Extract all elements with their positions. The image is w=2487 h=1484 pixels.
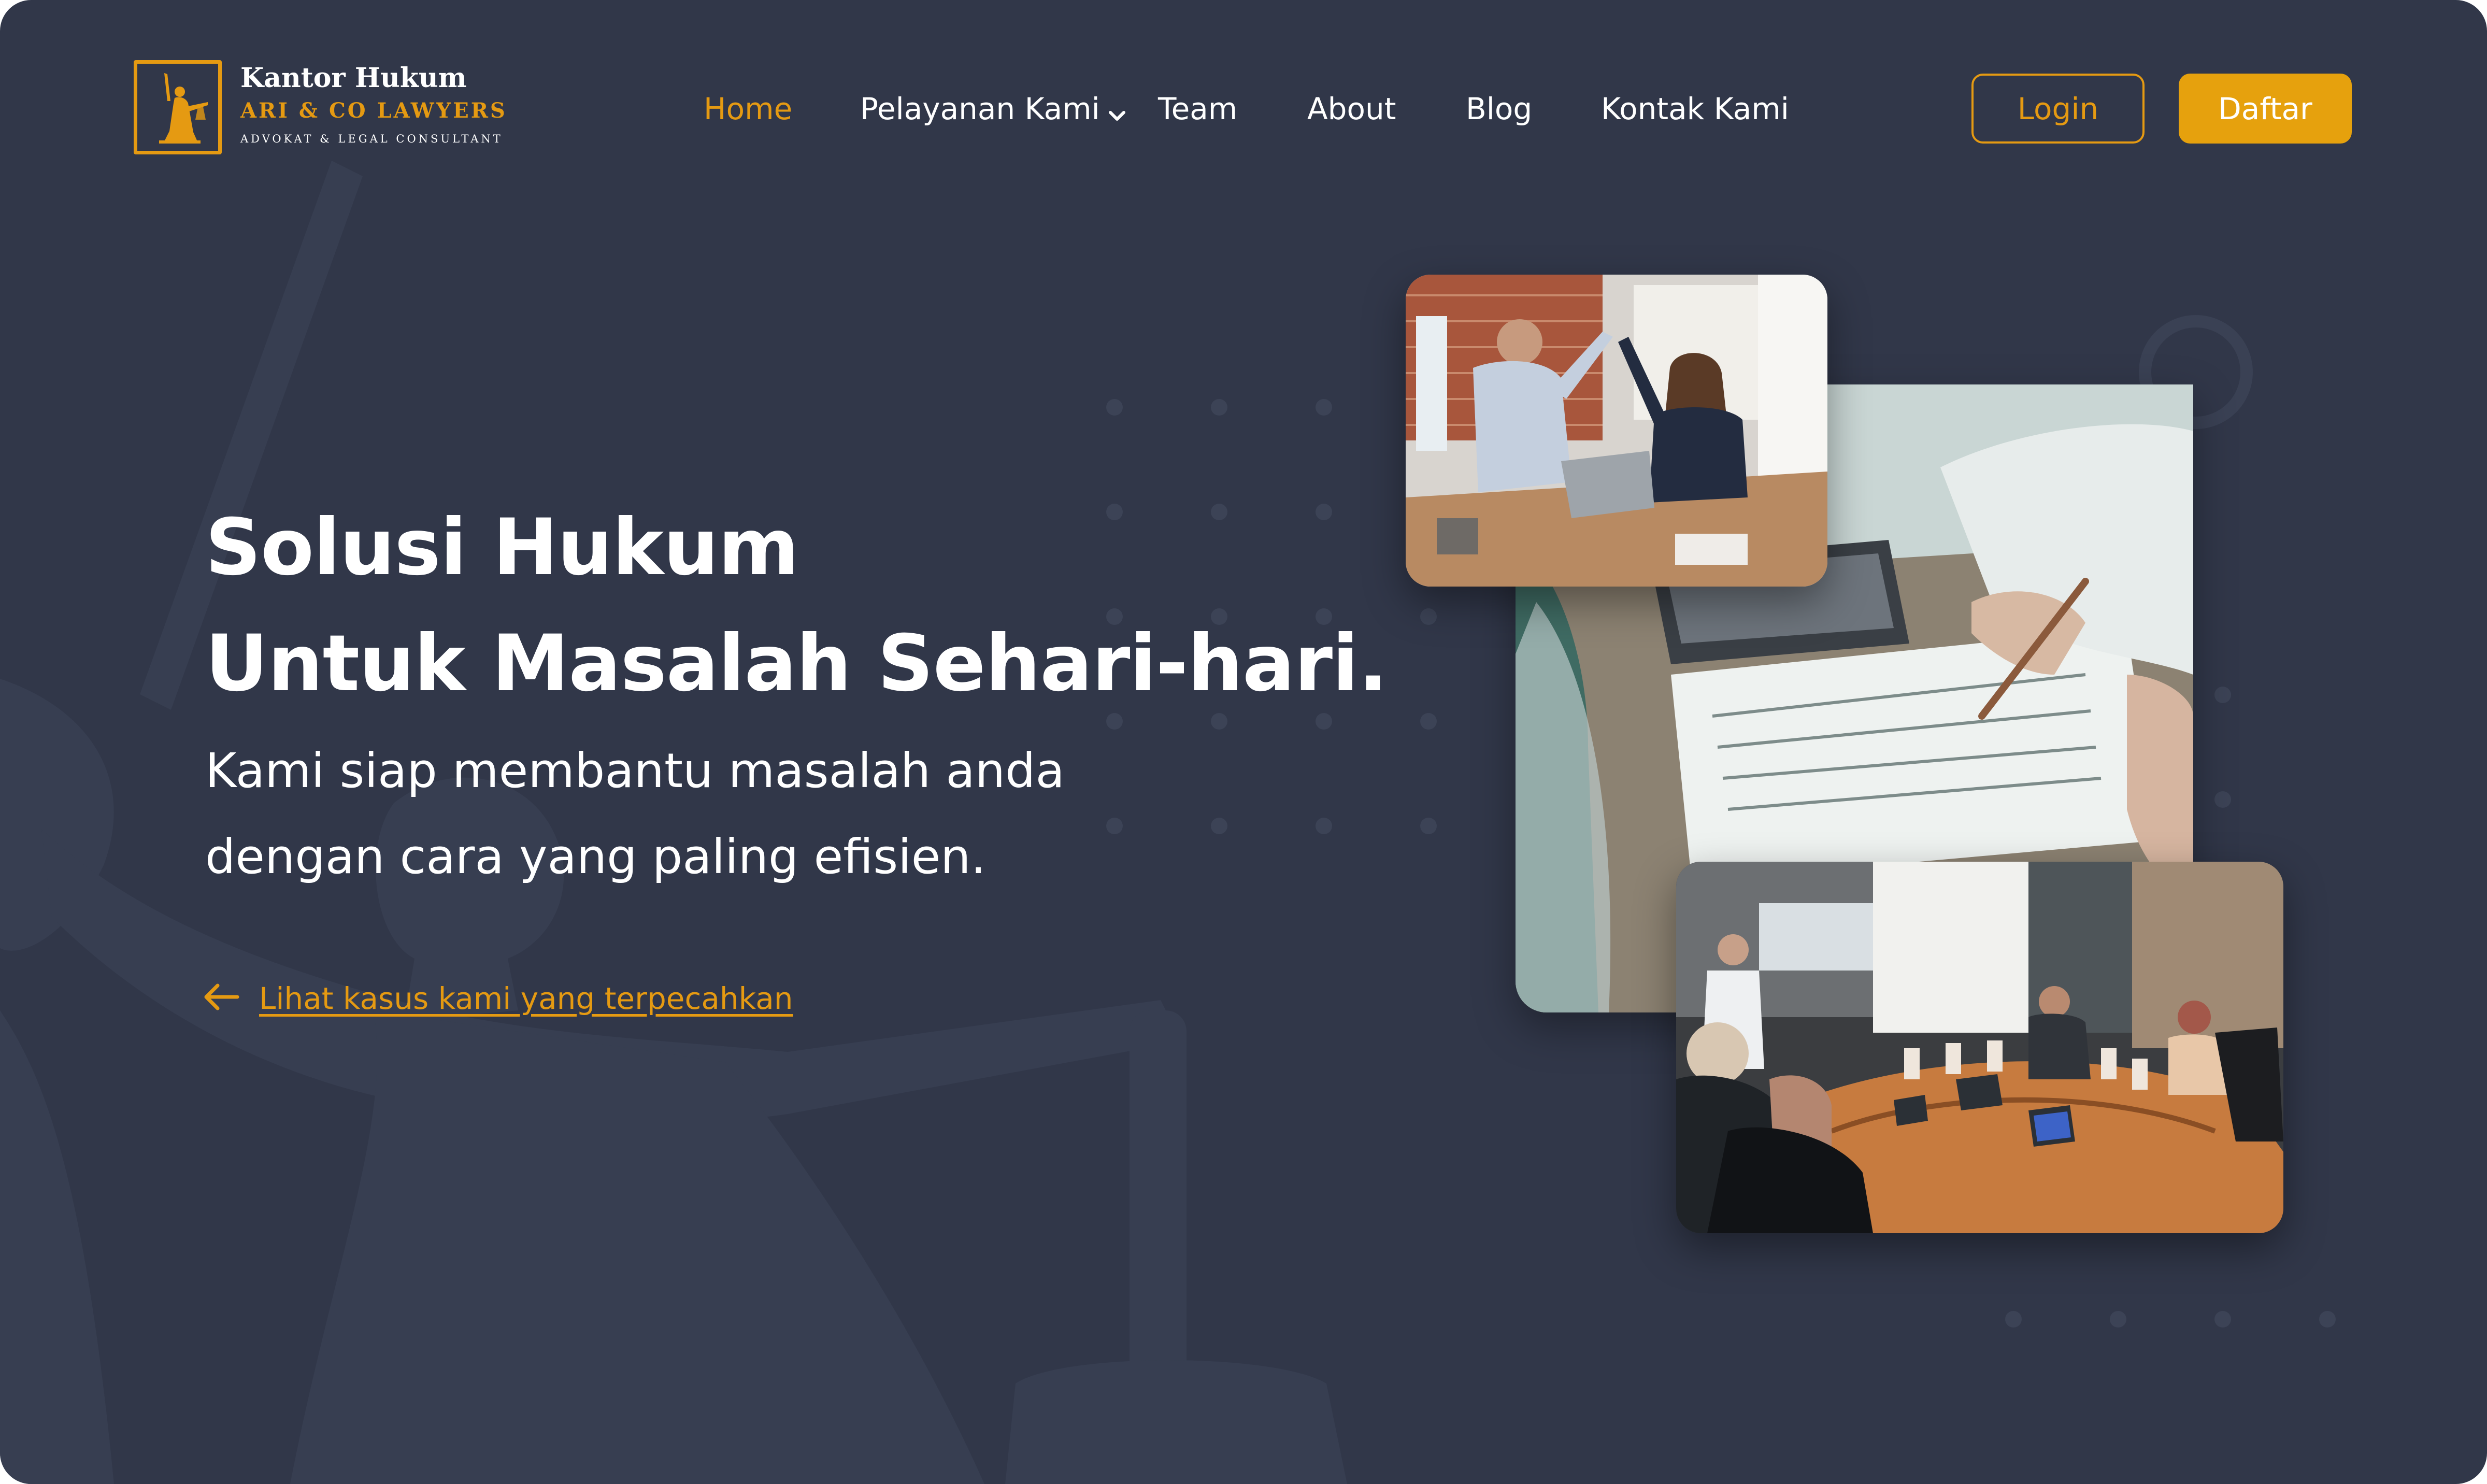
decorative-dot [1316, 818, 1332, 834]
nav-pelayanan-kami-label: Pelayanan Kami [860, 91, 1100, 126]
nav-blog[interactable]: Blog [1466, 88, 1532, 130]
hero-subtitle-line1: Kami siap membantu masalah anda [205, 743, 1065, 798]
decorative-dot [1211, 399, 1227, 416]
landing-page: Kantor Hukum ARI & CO LAWYERS ADVOKAT & … [0, 0, 2487, 1484]
nav-team[interactable]: Team [1158, 88, 1237, 130]
decorative-dot [2214, 791, 2231, 808]
decorative-dot [1316, 399, 1332, 416]
hero-title: Solusi Hukum Untuk Masalah Sehari-hari. [205, 490, 1388, 722]
brand-line2: ARI & CO LAWYERS [240, 98, 507, 123]
photo-high-five [1406, 275, 1827, 587]
nav-about[interactable]: About [1307, 88, 1396, 130]
hero-subtitle: Kami siap membantu masalah anda dengan c… [205, 728, 1065, 900]
arrow-left-icon [204, 983, 239, 1010]
decorative-dot [1211, 818, 1227, 834]
decorative-dot [2214, 687, 2231, 703]
decorative-dot [2110, 1311, 2126, 1328]
hero-title-line1: Solusi Hukum [205, 503, 799, 593]
hero-title-line2: Untuk Masalah Sehari-hari. [205, 619, 1388, 709]
decorative-dot [1420, 608, 1437, 625]
decorative-dot [1420, 713, 1437, 730]
chevron-down-icon [1104, 98, 1130, 124]
nav-home[interactable]: Home [704, 88, 792, 130]
decorative-dot [2319, 1311, 2336, 1328]
decorative-dot [1106, 818, 1123, 834]
brand-line1: Kantor Hukum [240, 62, 467, 94]
login-button[interactable]: Login [1971, 74, 2145, 144]
hero-subtitle-line2: dengan cara yang paling efisien. [205, 829, 986, 884]
decorative-dot [2214, 1311, 2231, 1328]
photo-team-meeting [1676, 862, 2283, 1233]
nav-pelayanan-kami[interactable]: Pelayanan Kami [860, 88, 1130, 130]
decorative-dot [1106, 399, 1123, 416]
brand-logo[interactable]: Kantor Hukum ARI & CO LAWYERS ADVOKAT & … [134, 60, 507, 159]
decorative-dot [1420, 818, 1437, 834]
register-button[interactable]: Daftar [2179, 74, 2352, 144]
lady-justice-icon [134, 60, 222, 154]
brand-line3: ADVOKAT & LEGAL CONSULTANT [240, 133, 503, 145]
solved-cases-link-label: Lihat kasus kami yang terpecahkan [259, 981, 793, 1016]
decorative-dot [2005, 1311, 2022, 1328]
nav-kontak-kami[interactable]: Kontak Kami [1601, 88, 1789, 130]
